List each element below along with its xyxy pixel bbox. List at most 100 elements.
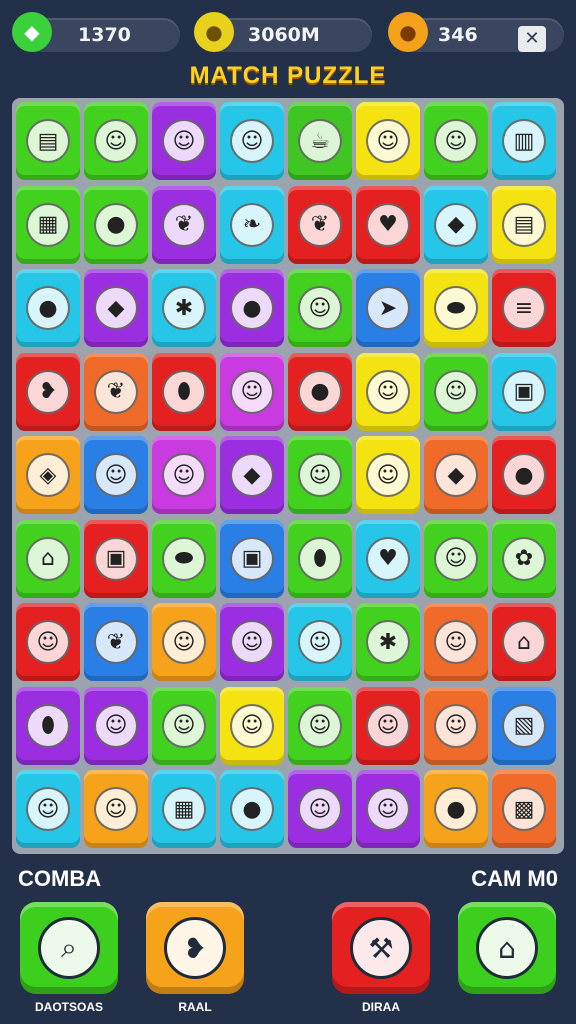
tile[interactable]: ❥	[16, 352, 80, 431]
tile[interactable]: ▧	[492, 686, 556, 765]
tile[interactable]: ☺	[220, 102, 284, 180]
pepper-icon: ❧	[230, 202, 274, 247]
tile[interactable]: ●	[84, 185, 148, 264]
tile[interactable]: ◈	[16, 436, 80, 514]
close-button[interactable]: ✕	[518, 26, 546, 52]
face-icon: ☺	[366, 369, 410, 414]
apple-icon: ●	[230, 787, 274, 831]
tile[interactable]: ☺	[84, 102, 148, 180]
tile[interactable]: ♥	[356, 185, 420, 264]
tile[interactable]: ☺	[220, 603, 284, 681]
face-icon: ☺	[162, 453, 206, 497]
lock-icon: ▣	[230, 536, 274, 581]
tile[interactable]: ☺	[220, 352, 284, 431]
hammer-button[interactable]: ⚒	[332, 902, 430, 994]
tile[interactable]: ◆	[220, 436, 284, 514]
tile[interactable]: ❧	[220, 185, 284, 264]
tile[interactable]: ●	[16, 269, 80, 347]
house-icon: ⌂	[26, 536, 70, 581]
tile[interactable]: ☺	[424, 686, 488, 765]
tile[interactable]: ▩	[492, 770, 556, 848]
tile[interactable]: ●	[424, 770, 488, 848]
face-icon: ☺	[298, 620, 342, 664]
gem-icon: ◆	[434, 453, 478, 497]
tile[interactable]: ☺	[16, 770, 80, 848]
tile[interactable]: ♥	[356, 519, 420, 598]
tile[interactable]: ⌂	[492, 603, 556, 681]
tile[interactable]: ●	[288, 352, 352, 431]
tile[interactable]: ◆	[424, 185, 488, 264]
tile[interactable]: ☺	[152, 102, 216, 180]
tile[interactable]: ▤	[16, 102, 80, 180]
eggplant-button[interactable]: ❥	[146, 902, 244, 994]
tile[interactable]: ☺	[356, 686, 420, 765]
tile[interactable]: ☺	[152, 603, 216, 681]
apple-icon: ●	[502, 453, 546, 497]
tile[interactable]: ☺	[424, 352, 488, 431]
tile[interactable]: ⬬	[424, 269, 488, 347]
note-icon: ▤	[502, 202, 546, 247]
tile[interactable]: ☺	[152, 686, 216, 765]
tile[interactable]: ☕	[288, 102, 352, 180]
tile[interactable]: ⬬	[152, 519, 216, 598]
leaf-icon: ❦	[162, 202, 206, 247]
tile[interactable]: ☺	[220, 686, 284, 765]
tile[interactable]: ◆	[84, 269, 148, 347]
tile[interactable]: ▥	[492, 102, 556, 180]
face-icon: ☺	[298, 286, 342, 330]
tile[interactable]: ➤	[356, 269, 420, 347]
tile[interactable]: ✱	[152, 269, 216, 347]
tile[interactable]: ◆	[424, 436, 488, 514]
apple-icon: ●	[230, 286, 274, 330]
tile[interactable]: ☺	[424, 102, 488, 180]
tile[interactable]: ●	[492, 436, 556, 514]
tile[interactable]: ☺	[16, 603, 80, 681]
tile[interactable]: ☺	[356, 352, 420, 431]
tile[interactable]: ☺	[356, 102, 420, 180]
tile[interactable]: ⌂	[16, 519, 80, 598]
tile[interactable]: ❦	[288, 185, 352, 264]
tile[interactable]: ☺	[84, 436, 148, 514]
leaf-icon: ❦	[298, 202, 342, 247]
tile[interactable]: ☺	[152, 436, 216, 514]
tile[interactable]: ❦	[152, 185, 216, 264]
tile[interactable]: ✱	[356, 603, 420, 681]
tile[interactable]: ☺	[288, 686, 352, 765]
tile[interactable]: ▤	[492, 185, 556, 264]
distance-counter: ● 3060M	[194, 12, 372, 52]
tile[interactable]: ❦	[84, 603, 148, 681]
cup-icon: ▥	[502, 119, 546, 163]
game-title: MATCH PUZZLE	[189, 62, 387, 89]
tile[interactable]: ⬮	[152, 352, 216, 431]
tile[interactable]: ●	[220, 269, 284, 347]
face-icon: ☺	[434, 369, 478, 414]
tile[interactable]: ▣	[492, 352, 556, 431]
tile[interactable]: ☺	[288, 603, 352, 681]
tile[interactable]: ☺	[356, 770, 420, 848]
face-icon: ☺	[230, 369, 274, 414]
tile[interactable]: ▣	[220, 519, 284, 598]
face-icon: ☺	[94, 119, 138, 163]
tile[interactable]: ❦	[84, 352, 148, 431]
tile[interactable]: ☺	[424, 519, 488, 598]
tile[interactable]: ⬮	[16, 686, 80, 765]
tile[interactable]: ☺	[84, 686, 148, 765]
tile[interactable]: ▦	[152, 770, 216, 848]
search-button[interactable]: ⌕	[20, 902, 118, 994]
tile[interactable]: ▣	[84, 519, 148, 598]
tile[interactable]: ≡	[492, 269, 556, 347]
tile[interactable]: ✿	[492, 519, 556, 598]
tile[interactable]: ☺	[424, 603, 488, 681]
tile[interactable]: ☺	[288, 436, 352, 514]
gem-icon: ◆	[12, 12, 52, 52]
tile[interactable]: ☺	[288, 269, 352, 347]
face-icon: ☺	[230, 703, 274, 748]
tile[interactable]: ☺	[84, 770, 148, 848]
tile[interactable]: ⬮	[288, 519, 352, 598]
bean-icon: ⬬	[434, 286, 478, 330]
tile[interactable]: ●	[220, 770, 284, 848]
tile[interactable]: ☺	[288, 770, 352, 848]
tile[interactable]: ▦	[16, 185, 80, 264]
tile[interactable]: ☺	[356, 436, 420, 514]
home-button[interactable]: ⌂	[458, 902, 556, 994]
